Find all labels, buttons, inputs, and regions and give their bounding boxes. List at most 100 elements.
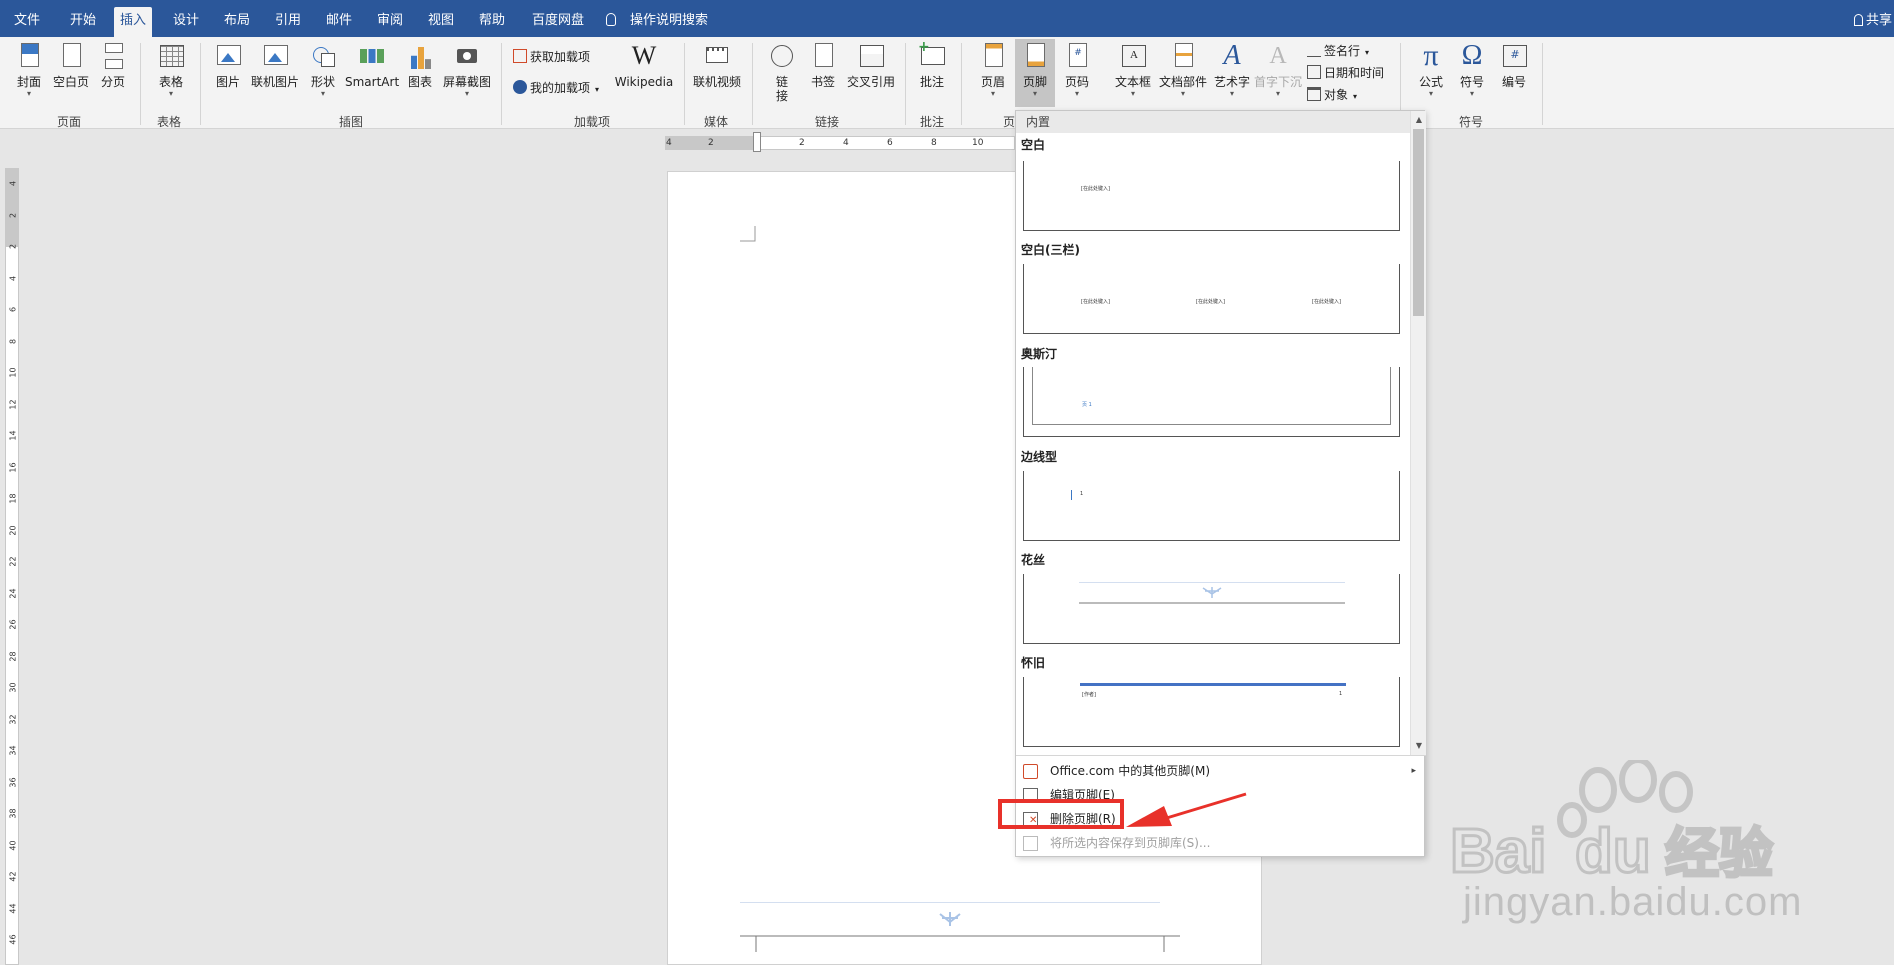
svg-text:经验: 经验: [1665, 822, 1773, 885]
footer-option-retrospect[interactable]: [作者] 1: [1023, 677, 1400, 747]
smartart-icon: [360, 49, 384, 63]
scroll-down-icon[interactable]: ▼: [1412, 739, 1426, 753]
signature-line-button[interactable]: 签名行 ▾: [1307, 41, 1369, 61]
textbox-button[interactable]: A 文本框 ▾: [1113, 41, 1153, 98]
ruler-tick: 40: [8, 839, 18, 851]
ruler-tick: 12: [8, 398, 18, 410]
tab-mailings[interactable]: 邮件: [320, 7, 358, 37]
header-button[interactable]: 页眉 ▾: [978, 41, 1008, 98]
tab-file[interactable]: 文件: [8, 7, 46, 37]
wordart-icon: A: [1223, 40, 1241, 71]
chevron-down-icon: ▾: [1353, 92, 1358, 101]
blank-page-button[interactable]: 空白页: [51, 41, 91, 89]
quick-parts-button[interactable]: 文档部件 ▾: [1158, 41, 1208, 98]
menu-item-more-footers[interactable]: Office.com 中的其他页脚(M) ▸: [1016, 759, 1424, 783]
title-menu-bar: 文件 开始 插入 设计 布局 引用 邮件 审阅 视图 帮助 百度网盘 操作说明搜…: [0, 0, 1894, 37]
smartart-button[interactable]: SmartArt: [345, 41, 399, 89]
gallery-scrollbar[interactable]: ▲ ▼: [1410, 111, 1426, 755]
date-time-button[interactable]: 日期和时间: [1307, 63, 1384, 83]
highlight-annotation-box: [998, 799, 1124, 829]
footer-option-sideline[interactable]: 1: [1023, 471, 1400, 541]
online-video-button[interactable]: 联机视频: [692, 41, 742, 89]
group-label-addins: 加载项: [574, 115, 611, 129]
watermark-url: jingyan.baidu.com: [1463, 880, 1803, 924]
shapes-button[interactable]: 形状 ▾: [306, 41, 340, 98]
my-addins-button[interactable]: 我的加载项 ▾: [513, 78, 599, 98]
share-button[interactable]: 共享: [1853, 7, 1894, 35]
store-icon: [513, 49, 527, 63]
svg-text:Bai: Bai: [1450, 817, 1546, 886]
footer-button[interactable]: 页脚 ▾: [1015, 39, 1055, 107]
chevron-down-icon: ▾: [1469, 89, 1474, 98]
scroll-up-icon[interactable]: ▲: [1412, 113, 1426, 127]
group-separator: [1542, 43, 1543, 125]
tab-view[interactable]: 视图: [422, 7, 460, 37]
wikipedia-button[interactable]: W Wikipedia: [612, 41, 676, 89]
shapes-icon-square: [321, 53, 335, 67]
symbol-button[interactable]: Ω 符号 ▾: [1455, 41, 1489, 99]
page-number-sample: 1: [1339, 691, 1343, 697]
chart-button[interactable]: 图表: [405, 41, 435, 89]
table-button[interactable]: 表格 ▾: [155, 41, 187, 98]
bookmark-button[interactable]: 书签: [808, 41, 838, 89]
object-button[interactable]: 对象 ▾: [1307, 85, 1357, 105]
get-addins-button[interactable]: 获取加载项: [513, 47, 590, 67]
ruler-tick: 4: [843, 138, 849, 148]
pictures-label: 图片: [215, 75, 240, 89]
online-pictures-button[interactable]: 联机图片: [250, 41, 300, 89]
ruler-tick: 22: [8, 556, 18, 567]
pictures-button[interactable]: 图片: [212, 41, 244, 89]
tab-references[interactable]: 引用: [269, 7, 307, 37]
cover-button[interactable]: 封面 ▾: [12, 41, 46, 98]
tell-me-search[interactable]: 操作说明搜索: [606, 7, 708, 35]
chevron-down-icon: ▾: [1130, 89, 1135, 98]
placeholder-text: [在此处键入]: [1312, 299, 1341, 305]
footer-option-austin[interactable]: 页 1: [1023, 367, 1400, 437]
ruler-tick: 6: [887, 138, 893, 148]
ruler-tick: 24: [8, 587, 18, 599]
austin-frame: [1032, 367, 1391, 425]
cross-reference-button[interactable]: 交叉引用: [845, 41, 897, 89]
drop-cap-label: 首字下沉: [1254, 75, 1303, 89]
ruler-tick: 16: [8, 461, 18, 473]
tab-baidu-netdisk[interactable]: 百度网盘: [526, 7, 590, 37]
page-number-sample: 页 1: [1082, 402, 1092, 408]
footer-option-blank-three-column[interactable]: [在此处键入] [在此处键入] [在此处键入]: [1023, 264, 1400, 334]
tab-home[interactable]: 开始: [64, 7, 102, 37]
tab-layout[interactable]: 布局: [218, 7, 256, 37]
filigree-ornament: [1079, 582, 1345, 604]
number-button[interactable]: # 编号: [1497, 41, 1531, 89]
screenshot-button[interactable]: 屏幕截图 ▾: [441, 41, 493, 98]
chevron-down-icon: ▾: [1032, 89, 1037, 98]
group-label-header-footer: 页: [1003, 115, 1016, 129]
picture-icon: [217, 45, 241, 65]
page-footer-filigree: [740, 902, 1180, 952]
ruler-tick: 20: [8, 524, 18, 536]
scroll-thumb[interactable]: [1413, 129, 1424, 316]
drop-cap-button[interactable]: A 首字下沉 ▾: [1254, 41, 1302, 98]
tab-review[interactable]: 审阅: [371, 7, 409, 37]
indent-marker[interactable]: [753, 132, 761, 152]
tab-insert[interactable]: 插入: [114, 7, 153, 37]
link-button[interactable]: 链接: [768, 41, 796, 103]
group-label-illustrations: 插图: [339, 115, 364, 129]
footer-option-filigree[interactable]: [1023, 574, 1400, 644]
equation-button[interactable]: π 公式 ▾: [1414, 41, 1448, 99]
gallery-item-title: 奥斯汀: [1021, 347, 1058, 361]
ruler-tick: 10: [972, 138, 984, 148]
page-break-button[interactable]: 分页: [97, 41, 129, 89]
comment-button[interactable]: + 批注: [917, 40, 947, 89]
page-number-button[interactable]: # 页码 ▾: [1062, 41, 1092, 98]
tab-help[interactable]: 帮助: [473, 7, 511, 37]
tab-design[interactable]: 设计: [167, 7, 205, 37]
horizontal-ruler[interactable]: 4 2 2 4 6 8 10: [665, 132, 1015, 152]
group-separator: [905, 43, 906, 125]
ruler-tick: 4: [666, 138, 672, 148]
footer-option-blank[interactable]: [在此处键入]: [1023, 161, 1400, 231]
group-separator: [684, 43, 685, 125]
wordart-button[interactable]: A 艺术字 ▾: [1212, 40, 1252, 99]
save-to-gallery-icon: [1023, 836, 1038, 851]
camera-lens: [463, 52, 471, 60]
blank-page-icon: [63, 43, 81, 67]
vertical-ruler[interactable]: 4 2 2 4 6 8 10 12 14 16 18 20 22 24 26 28 30 32 34 36 38 40 42…: [5, 168, 19, 965]
